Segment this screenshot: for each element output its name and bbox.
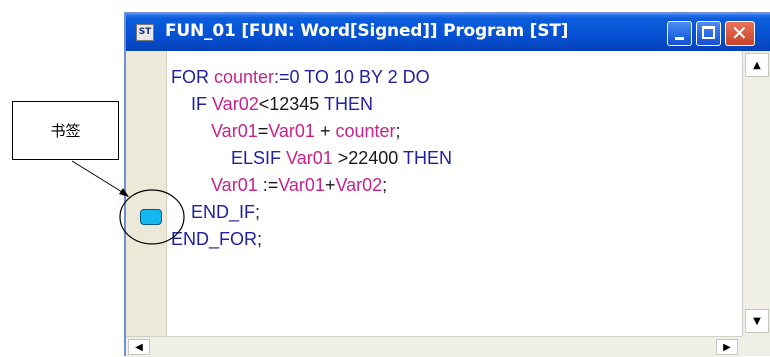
variable-token: Var01: [211, 175, 258, 195]
code-token: ;: [255, 202, 261, 222]
vertical-scrollbar[interactable]: ▲ ▼: [742, 51, 770, 336]
scroll-right-button[interactable]: ▶: [716, 339, 738, 355]
keyword-token: ELSIF: [171, 148, 287, 168]
variable-token: counter: [335, 121, 396, 141]
variable-token: counter: [214, 67, 275, 87]
scroll-up-button[interactable]: ▲: [745, 53, 769, 77]
code-line[interactable]: Var01 :=Var01+Var02;: [171, 172, 387, 199]
st-program-icon: ST: [136, 24, 154, 41]
keyword-token: THEN: [323, 94, 373, 114]
close-button[interactable]: ✕: [725, 21, 755, 46]
variable-token: Var01: [278, 175, 325, 195]
variable-token: Var01: [286, 148, 333, 168]
maximize-icon: [702, 26, 715, 39]
code-token: +: [314, 121, 336, 141]
close-icon: ✕: [731, 21, 748, 45]
arrow-down-icon: ▼: [753, 315, 761, 327]
code-line[interactable]: ELSIF Var01 >22400 THEN: [171, 145, 452, 172]
minimize-icon: [675, 37, 684, 40]
editor-client-area: FOR counter:=0 TO 10 BY 2 DO IF Var02<12…: [126, 51, 770, 357]
callout-text: 书签: [50, 122, 81, 140]
bookmark-gutter[interactable]: [126, 51, 167, 336]
variable-token: Var02: [335, 175, 383, 195]
code-line[interactable]: FOR counter:=0 TO 10 BY 2 DO: [171, 64, 430, 91]
keyword-token: IF: [171, 94, 213, 114]
keyword-token: :=0 TO 10 BY 2 DO: [274, 67, 430, 87]
variable-token: Var01: [268, 121, 315, 141]
scroll-left-button[interactable]: ◀: [128, 339, 150, 355]
code-token: ;: [257, 229, 263, 249]
bookmark-callout-label: 书签: [12, 101, 119, 160]
code-line[interactable]: Var01=Var01 + counter;: [171, 118, 401, 145]
keyword-token: FOR: [171, 67, 214, 87]
scroll-down-button[interactable]: ▼: [745, 309, 769, 333]
bookmark-icon[interactable]: [140, 209, 162, 225]
code-line[interactable]: END_FOR;: [171, 226, 262, 253]
callout-pointer-line: [71, 160, 128, 196]
arrow-right-icon: ▶: [723, 341, 731, 353]
code-token: <12345: [258, 94, 324, 114]
st-program-window: ST FUN_01 [FUN: Word[Signed]] Program [S…: [124, 12, 770, 357]
code-token: ;: [382, 175, 388, 195]
scrollbar-corner: [742, 336, 770, 356]
code-editor[interactable]: FOR counter:=0 TO 10 BY 2 DO IF Var02<12…: [171, 64, 741, 334]
code-token: ;: [395, 121, 401, 141]
minimize-button[interactable]: [667, 21, 692, 46]
code-line[interactable]: END_IF;: [171, 199, 260, 226]
code-token: :=: [257, 175, 279, 195]
code-token: >22400: [332, 148, 403, 168]
arrow-up-icon: ▲: [753, 59, 761, 71]
code-token: =: [257, 121, 269, 141]
maximize-button[interactable]: [696, 21, 721, 46]
arrow-left-icon: ◀: [135, 341, 143, 353]
keyword-token: THEN: [402, 148, 452, 168]
title-bar[interactable]: ST FUN_01 [FUN: Word[Signed]] Program [S…: [126, 14, 770, 51]
window-title: FUN_01 [FUN: Word[Signed]] Program [ST]: [165, 21, 569, 41]
code-line[interactable]: IF Var02<12345 THEN: [171, 91, 373, 118]
keyword-token: END_IF: [171, 202, 256, 222]
horizontal-scrollbar[interactable]: ◀ ▶: [126, 336, 742, 357]
keyword-token: END_FOR: [171, 229, 258, 249]
variable-token: Var01: [211, 121, 258, 141]
variable-token: Var02: [212, 94, 259, 114]
code-token: +: [324, 175, 336, 195]
